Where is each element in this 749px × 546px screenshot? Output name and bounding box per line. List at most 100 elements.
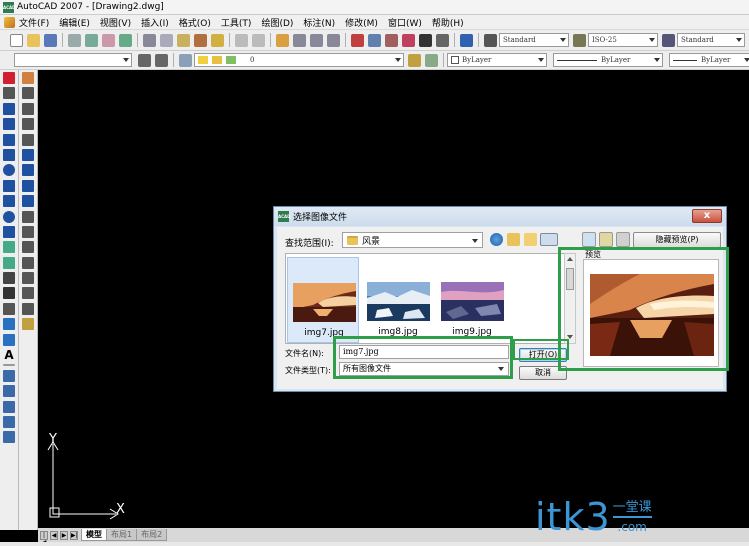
zoom-window-icon[interactable] bbox=[310, 33, 323, 47]
move-icon[interactable] bbox=[22, 148, 34, 161]
table-style-icon[interactable] bbox=[662, 33, 675, 47]
scroll-thumb[interactable] bbox=[566, 268, 574, 290]
layer-tool-icon[interactable] bbox=[3, 431, 15, 444]
menu-file[interactable]: 文件(F) bbox=[19, 16, 49, 29]
menu-draw[interactable]: 绘图(D) bbox=[261, 16, 293, 29]
break-icon[interactable] bbox=[22, 256, 34, 269]
design-center-icon[interactable] bbox=[368, 33, 381, 47]
paste-icon[interactable] bbox=[177, 33, 190, 47]
3d-dwf-icon[interactable] bbox=[119, 33, 132, 47]
new-icon[interactable] bbox=[10, 33, 23, 47]
tools-icon[interactable] bbox=[616, 232, 630, 247]
text-style-icon[interactable] bbox=[484, 33, 497, 47]
point-icon[interactable] bbox=[3, 272, 15, 285]
polyline-icon[interactable] bbox=[3, 102, 15, 115]
file-list[interactable]: img7.jpg img8.jpg img9.jpg bbox=[285, 253, 569, 344]
ellipse-icon[interactable] bbox=[3, 210, 15, 223]
tab-layout1[interactable]: 布局1 bbox=[106, 529, 138, 541]
gradient-icon[interactable] bbox=[3, 302, 15, 315]
polygon-icon[interactable] bbox=[3, 118, 15, 131]
make-block-icon[interactable] bbox=[3, 256, 15, 269]
offset-icon[interactable] bbox=[22, 118, 34, 131]
workspace-settings-icon[interactable] bbox=[138, 53, 151, 67]
menu-edit[interactable]: 编辑(E) bbox=[59, 16, 90, 29]
fillet-icon[interactable] bbox=[22, 302, 34, 315]
print-icon[interactable] bbox=[68, 33, 81, 47]
cut-icon[interactable] bbox=[143, 33, 156, 47]
up-folder-icon[interactable] bbox=[507, 233, 520, 246]
first-tab-icon[interactable]: |◀ bbox=[40, 530, 48, 546]
explode-icon[interactable] bbox=[22, 318, 34, 331]
scale-icon[interactable] bbox=[22, 179, 34, 192]
menu-view[interactable]: 视图(V) bbox=[100, 16, 131, 29]
text-style-select[interactable]: Standard bbox=[499, 33, 569, 47]
dim-style-select[interactable]: ISO-25 bbox=[588, 33, 658, 47]
workspace-save-icon[interactable] bbox=[155, 53, 168, 67]
stretch-icon[interactable] bbox=[22, 195, 34, 208]
menu-help[interactable]: 帮助(H) bbox=[432, 16, 464, 29]
scroll-down-icon[interactable] bbox=[567, 335, 573, 339]
spline-icon[interactable] bbox=[3, 195, 15, 208]
erase-icon[interactable] bbox=[22, 72, 34, 84]
open-button[interactable]: 打开(O) bbox=[519, 348, 567, 362]
layer-tool-icon[interactable] bbox=[3, 415, 15, 428]
file-list-scrollbar[interactable] bbox=[564, 253, 576, 344]
insert-block-icon[interactable] bbox=[3, 241, 15, 254]
region-icon[interactable] bbox=[3, 318, 15, 331]
zoom-previous-icon[interactable] bbox=[327, 33, 340, 47]
construction-line-icon[interactable] bbox=[3, 87, 15, 100]
file-type-select[interactable]: 所有图像文件 bbox=[339, 362, 509, 376]
document-icon[interactable] bbox=[4, 16, 15, 28]
copy-object-icon[interactable] bbox=[22, 87, 34, 100]
table-icon[interactable] bbox=[3, 333, 15, 346]
revision-cloud-icon[interactable] bbox=[3, 179, 15, 192]
tab-layout2[interactable]: 布局2 bbox=[136, 529, 168, 541]
back-icon[interactable] bbox=[490, 233, 503, 246]
undo-icon[interactable] bbox=[235, 33, 248, 47]
new-folder-icon[interactable] bbox=[524, 233, 537, 246]
dim-style-icon[interactable] bbox=[573, 33, 586, 47]
trim-icon[interactable] bbox=[22, 210, 34, 223]
line-icon[interactable] bbox=[3, 72, 15, 84]
table-style-select[interactable]: Standard bbox=[677, 33, 745, 47]
look-in-select[interactable]: 风景 bbox=[342, 232, 483, 248]
menu-dimension[interactable]: 标注(N) bbox=[303, 16, 335, 29]
extend-icon[interactable] bbox=[22, 225, 34, 238]
views-menu-icon[interactable] bbox=[540, 233, 558, 246]
mirror-icon[interactable] bbox=[22, 102, 34, 115]
find-icon[interactable] bbox=[582, 232, 596, 247]
circle-icon[interactable] bbox=[3, 164, 15, 177]
block-editor-icon[interactable] bbox=[211, 33, 224, 47]
calculator-icon[interactable] bbox=[436, 33, 449, 47]
lineweight-select[interactable]: ByLayer bbox=[669, 53, 749, 67]
rotate-icon[interactable] bbox=[22, 164, 34, 177]
array-icon[interactable] bbox=[22, 133, 34, 146]
file-item-img7[interactable]: img7.jpg bbox=[287, 257, 359, 343]
break-at-point-icon[interactable] bbox=[22, 241, 34, 254]
publish-icon[interactable] bbox=[102, 33, 115, 47]
tab-model[interactable]: 模型 bbox=[81, 529, 107, 541]
color-select[interactable]: ByLayer bbox=[447, 53, 547, 67]
copy-icon[interactable] bbox=[160, 33, 173, 47]
plot-preview-icon[interactable] bbox=[85, 33, 98, 47]
last-tab-icon[interactable]: ▶| bbox=[70, 530, 78, 540]
linetype-select[interactable]: ByLayer bbox=[553, 53, 663, 67]
layer-select[interactable]: 0 bbox=[194, 53, 404, 67]
save-icon[interactable] bbox=[44, 33, 57, 47]
layer-manager-icon[interactable] bbox=[179, 53, 192, 67]
make-current-layer-icon[interactable] bbox=[408, 53, 421, 67]
properties-icon[interactable] bbox=[351, 33, 364, 47]
file-item-img9[interactable]: img9.jpg bbox=[436, 257, 508, 343]
tool-palettes-icon[interactable] bbox=[385, 33, 398, 47]
dialog-title-bar[interactable]: ACAD 选择图像文件 x bbox=[274, 207, 726, 226]
menu-tools[interactable]: 工具(T) bbox=[221, 16, 252, 29]
sheet-set-icon[interactable] bbox=[402, 33, 415, 47]
chamfer-icon[interactable] bbox=[22, 287, 34, 300]
help-icon[interactable] bbox=[460, 33, 473, 47]
open-icon[interactable] bbox=[27, 33, 40, 47]
menu-format[interactable]: 格式(O) bbox=[179, 16, 211, 29]
pan-icon[interactable] bbox=[276, 33, 289, 47]
join-icon[interactable] bbox=[22, 272, 34, 285]
file-name-input[interactable]: img7.jpg bbox=[339, 345, 509, 359]
layer-previous-icon[interactable] bbox=[425, 53, 438, 67]
